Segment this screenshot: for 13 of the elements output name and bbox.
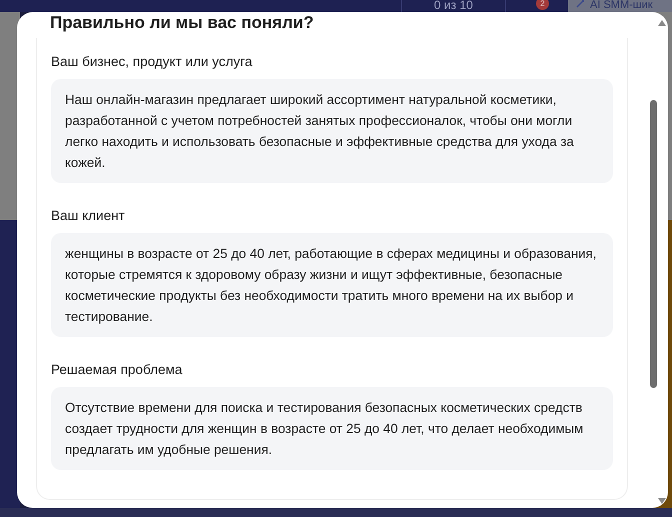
section-label: Ваш бизнес, продукт или услуга [51,53,254,71]
section-label: Решаемая проблема [51,361,184,379]
magic-wand-icon [576,0,586,8]
answer-text: Наш онлайн-магазин предлагает широкий ассортимент натуральной косметики, разработанной с учетом потребностей занятых профессионалок, чтобы они могли легко находить и использовать безопасные и эффективные средства для ухода за кожей. [51,79,613,183]
ai-assistant-button[interactable]: AI SMM-шик [568,0,672,12]
dialog-title: Правильно ли мы вас поняли? [50,12,314,34]
section-label: Ваш клиент [51,207,126,225]
scroll-down-icon[interactable] [658,498,666,504]
scrollbar-thumb[interactable] [650,100,657,388]
answer-text: Отсутствие времени для поиска и тестирования безопасных косметических средств создает трудности для женщин в возрасте от 25 до 40 лет, что делает необходимым предлагать им удобные решения. [51,387,613,470]
scroll-up-icon[interactable] [658,20,666,26]
notification-badge: 2 [536,0,549,10]
answer-text: женщины в возрасте от 25 до 40 лет, работающие в сферах медицины и образования, которые стремятся к здоровому образу жизни и ищут эффективные, безопасные косметические продукты без необходимости тратить много времени на их выбор и тестирование. [51,233,613,337]
